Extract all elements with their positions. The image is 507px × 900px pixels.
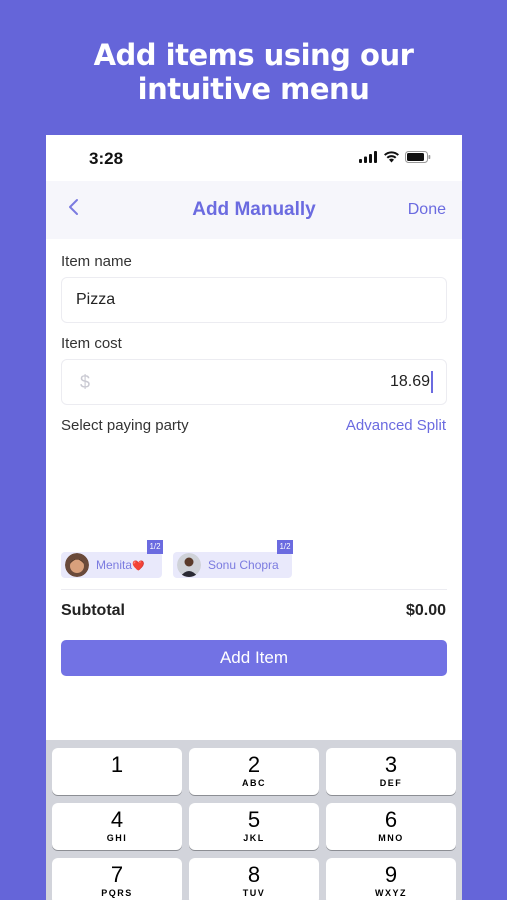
party-name: Menita❤️ xyxy=(96,558,145,572)
wifi-icon xyxy=(384,151,399,163)
key-5[interactable]: 5 JKL xyxy=(189,803,319,850)
item-name-field[interactable]: Pizza xyxy=(61,277,447,323)
marketing-headline: Add items using our intuitive menu xyxy=(0,38,507,106)
key-letters: ABC xyxy=(242,778,266,788)
text-caret xyxy=(431,371,433,393)
item-cost-field[interactable]: $ 18.69 xyxy=(61,359,447,405)
cellular-signal-icon xyxy=(359,151,377,163)
key-2[interactable]: 2 ABC xyxy=(189,748,319,795)
party-name: Sonu Chopra xyxy=(208,558,279,572)
key-digit: 7 xyxy=(110,862,124,887)
item-name-value: Pizza xyxy=(76,291,116,308)
key-letters: WXYZ xyxy=(375,888,407,898)
key-letters: GHI xyxy=(106,833,128,843)
paying-party-label: Select paying party xyxy=(61,417,189,434)
key-6[interactable]: 6 MNO xyxy=(326,803,456,850)
done-button[interactable]: Done xyxy=(408,201,446,219)
status-icons xyxy=(359,151,431,163)
key-digit: 9 xyxy=(384,862,398,887)
key-digit: 2 xyxy=(247,752,261,777)
split-fraction-badge: 1/2 xyxy=(147,540,163,554)
subtotal-label: Subtotal xyxy=(61,602,125,619)
numeric-keypad: 1 2 ABC 3 DEF 4 GHI 5 JKL 6 MNO 7 PQRS 8 xyxy=(46,740,462,900)
page-title: Add Manually xyxy=(192,199,316,220)
key-letters: DEF xyxy=(379,778,403,788)
headline-line-2: intuitive menu xyxy=(137,72,370,106)
party-chip-menita[interactable]: Menita❤️ 1/2 xyxy=(61,540,163,578)
status-bar: 3:28 xyxy=(46,135,462,181)
divider xyxy=(61,589,447,590)
key-digit: 4 xyxy=(110,807,124,832)
item-name-label: Item name xyxy=(61,253,132,270)
battery-icon xyxy=(405,151,431,163)
currency-symbol: $ xyxy=(80,372,91,392)
key-3[interactable]: 3 DEF xyxy=(326,748,456,795)
key-digit: 1 xyxy=(110,752,124,777)
add-item-form: Item name Pizza Item cost $ 18.69 Select… xyxy=(46,239,462,744)
avatar xyxy=(177,553,201,577)
key-digit: 5 xyxy=(247,807,261,832)
key-digit: 8 xyxy=(247,862,261,887)
key-letters: MNO xyxy=(378,833,404,843)
item-cost-label: Item cost xyxy=(61,335,122,352)
subtotal-value: $0.00 xyxy=(405,602,446,619)
split-fraction-badge: 1/2 xyxy=(277,540,293,554)
party-chip-sonu-chopra[interactable]: Sonu Chopra 1/2 xyxy=(173,540,293,578)
status-time: 3:28 xyxy=(89,149,124,168)
add-item-button[interactable]: Add Item xyxy=(61,640,447,676)
item-cost-value: 18.69 xyxy=(389,373,430,390)
phone-screen: 3:28 Add Manually Done Item name Pizza I… xyxy=(46,135,462,900)
key-letters: JKL xyxy=(243,833,265,843)
advanced-split-link[interactable]: Advanced Split xyxy=(346,417,446,434)
key-letters: TUV xyxy=(242,888,266,898)
headline-line-1: Add items using our xyxy=(93,38,414,72)
key-4[interactable]: 4 GHI xyxy=(52,803,182,850)
nav-bar: Add Manually Done xyxy=(46,181,462,239)
key-digit: 3 xyxy=(384,752,398,777)
key-8[interactable]: 8 TUV xyxy=(189,858,319,900)
key-1[interactable]: 1 xyxy=(52,748,182,795)
avatar xyxy=(65,553,89,577)
key-9[interactable]: 9 WXYZ xyxy=(326,858,456,900)
key-letters: PQRS xyxy=(101,888,133,898)
key-digit: 6 xyxy=(384,807,398,832)
key-7[interactable]: 7 PQRS xyxy=(52,858,182,900)
